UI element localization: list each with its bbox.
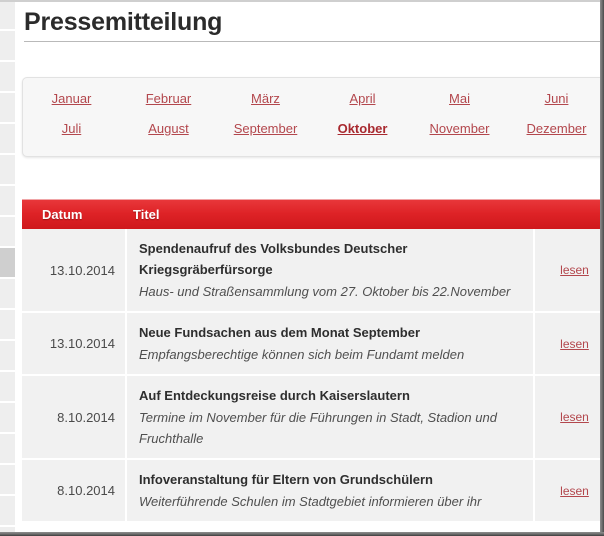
left-sidebar-sliver [0, 0, 15, 536]
month-link-oktober[interactable]: Oktober [338, 121, 388, 136]
column-header-date[interactable]: Datum [22, 207, 127, 222]
cell-date: 8.10.2014 [22, 460, 127, 521]
news-subtitle: Termine im November für die Führungen in… [139, 410, 497, 446]
news-title: Infoveranstaltung für Eltern von Grundsc… [139, 472, 433, 487]
column-header-title[interactable]: Titel [127, 207, 535, 222]
month-cell: Oktober [314, 118, 411, 154]
read-link[interactable]: lesen [560, 263, 589, 277]
page-content: Pressemitteilung Januar Februar März Apr… [15, 0, 604, 536]
page-title: Pressemitteilung [24, 8, 223, 36]
month-link-dezember[interactable]: Dezember [527, 121, 587, 136]
news-title: Neue Fundsachen aus dem Monat September [139, 325, 421, 340]
cell-read: lesen [535, 229, 604, 311]
news-title: Spendenaufruf des Volksbundes Deutscher … [139, 241, 408, 277]
cell-title: Neue Fundsachen aus dem Monat September … [127, 313, 535, 374]
cell-date: 8.10.2014 [22, 376, 127, 458]
cell-date: 13.10.2014 [22, 313, 127, 374]
month-link-april[interactable]: April [349, 91, 375, 106]
news-subtitle: Weiterführende Schulen im Stadtgebiet in… [139, 494, 482, 509]
month-cell: September [217, 118, 314, 154]
sidebar-item[interactable] [0, 0, 15, 31]
read-link[interactable]: lesen [560, 410, 589, 424]
month-link-februar[interactable]: Februar [146, 91, 192, 106]
window-right-edge [600, 0, 604, 536]
month-link-november[interactable]: November [430, 121, 490, 136]
month-cell: November [411, 118, 508, 154]
window-top-edge [0, 0, 604, 2]
sidebar-item-selected[interactable] [0, 248, 15, 279]
cell-read: lesen [535, 376, 604, 458]
sidebar-item[interactable] [0, 341, 15, 372]
month-link-juli[interactable]: Juli [62, 121, 82, 136]
month-link-september[interactable]: September [234, 121, 298, 136]
sidebar-item[interactable] [0, 279, 15, 310]
cell-title: Auf Entdeckungsreise durch Kaiserslauter… [127, 376, 535, 458]
month-filter-row-2: Juli August September Oktober November D… [23, 118, 604, 154]
press-release-table: Datum Titel 13.10.2014 Spendenaufruf des… [22, 199, 604, 523]
month-cell: Juli [23, 118, 120, 154]
cell-date: 13.10.2014 [22, 229, 127, 311]
cell-read: lesen [535, 460, 604, 521]
month-filter-panel: Januar Februar März April Mai Juni Juli … [22, 77, 604, 157]
sidebar-item[interactable] [0, 372, 15, 403]
month-link-juni[interactable]: Juni [545, 91, 569, 106]
table-header-row: Datum Titel [22, 199, 604, 229]
title-divider [24, 41, 600, 42]
sidebar-item[interactable] [0, 186, 15, 217]
month-link-maerz[interactable]: März [251, 91, 280, 106]
table-row[interactable]: 13.10.2014 Neue Fundsachen aus dem Monat… [22, 313, 604, 376]
table-row[interactable]: 13.10.2014 Spendenaufruf des Volksbundes… [22, 229, 604, 313]
sidebar-item[interactable] [0, 31, 15, 62]
month-link-mai[interactable]: Mai [449, 91, 470, 106]
sidebar-item[interactable] [0, 93, 15, 124]
sidebar-item[interactable] [0, 124, 15, 155]
month-cell: Dezember [508, 118, 604, 154]
sidebar-item[interactable] [0, 434, 15, 465]
sidebar-item[interactable] [0, 496, 15, 527]
cell-title: Spendenaufruf des Volksbundes Deutscher … [127, 229, 535, 311]
sidebar-item[interactable] [0, 310, 15, 341]
cell-title: Infoveranstaltung für Eltern von Grundsc… [127, 460, 535, 521]
sidebar-item[interactable] [0, 217, 15, 248]
window-bottom-edge [0, 532, 604, 536]
month-cell: August [120, 118, 217, 154]
cell-read: lesen [535, 313, 604, 374]
sidebar-item[interactable] [0, 465, 15, 496]
sidebar-item[interactable] [0, 62, 15, 93]
table-row[interactable]: 8.10.2014 Infoveranstaltung für Eltern v… [22, 460, 604, 523]
browser-viewport: Pressemitteilung Januar Februar März Apr… [0, 0, 604, 536]
read-link[interactable]: lesen [560, 337, 589, 351]
table-row[interactable]: 8.10.2014 Auf Entdeckungsreise durch Kai… [22, 376, 604, 460]
sidebar-item[interactable] [0, 403, 15, 434]
sidebar-item[interactable] [0, 155, 15, 186]
read-link[interactable]: lesen [560, 484, 589, 498]
news-subtitle: Haus- und Straßensammlung vom 27. Oktobe… [139, 284, 511, 299]
news-subtitle: Empfangsberechtige können sich beim Fund… [139, 347, 465, 362]
month-link-januar[interactable]: Januar [52, 91, 92, 106]
news-title: Auf Entdeckungsreise durch Kaiserslauter… [139, 388, 410, 403]
month-link-august[interactable]: August [148, 121, 188, 136]
